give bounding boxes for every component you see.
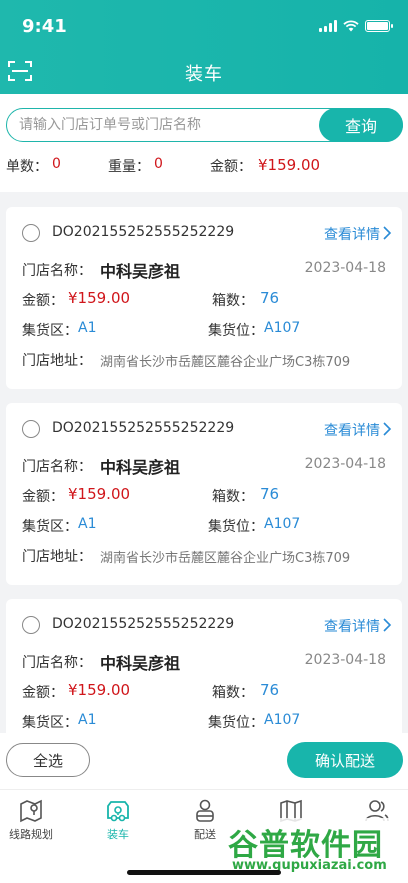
order-card[interactable]: DO202155252555252229 查看详情 门店名称： 中科吴彦祖 20… [6,207,402,389]
store-name-label: 门店名称： [22,459,92,475]
store-name: 中科吴彦祖 [100,458,181,477]
order-date: 2023-04-18 [304,652,386,668]
truck-loading-icon [107,801,129,822]
order-select-radio[interactable] [22,224,40,242]
order-amount: ¥159.00 [68,289,131,307]
collect-slot: A107 [264,320,301,336]
amount-label: 金额： [22,685,64,701]
search-panel: 查询 单数： 0 重量： 0 金额： ¥159.00 [0,94,408,192]
boxes-label: 箱数： [212,293,254,309]
count-value: 0 [52,156,61,172]
view-details-link[interactable]: 查看详情 [324,224,380,244]
store-address: 湖南省长沙市岳麓区麓谷企业广场C3栋709 [100,355,351,370]
summary-bar: 单数： 0 重量： 0 金额： ¥159.00 [6,156,406,176]
collect-area-label: 集货区： [22,323,78,339]
courier-icon [196,799,214,822]
collect-slot-label: 集货位： [208,715,264,731]
order-number: DO202155252555252229 [52,420,235,436]
search-button[interactable]: 查询 [319,108,403,142]
amount-value: ¥159.00 [258,156,321,174]
boxes-label: 箱数： [212,685,254,701]
confirm-delivery-button[interactable]: 确认配送 [287,742,403,778]
order-number: DO202155252555252229 [52,616,235,632]
chevron-right-icon[interactable] [382,225,392,241]
amount-label: 金额： [210,159,252,175]
order-date: 2023-04-18 [304,456,386,472]
collect-slot-label: 集货位： [208,519,264,535]
order-card[interactable]: DO202155252555252229 查看详情 门店名称： 中科吴彦祖 20… [6,403,402,585]
order-card[interactable]: DO202155252555252229 查看详情 门店名称： 中科吴彦祖 20… [6,599,402,733]
address-label: 门店地址： [22,353,92,369]
route-map-icon [20,799,42,823]
boxes-label: 箱数： [212,489,254,505]
view-details-link[interactable]: 查看详情 [324,616,380,636]
tab-label: 线路规划 [9,828,53,841]
search-box: 查询 [6,108,403,142]
box-count: 76 [260,289,280,307]
battery-icon [365,20,393,32]
store-name-label: 门店名称： [22,655,92,671]
store-name: 中科吴彦祖 [100,262,181,281]
order-amount: ¥159.00 [68,681,131,699]
home-indicator [127,870,281,875]
order-date: 2023-04-18 [304,260,386,276]
view-details-link[interactable]: 查看详情 [324,420,380,440]
weight-value: 0 [154,156,163,172]
select-all-button[interactable]: 全选 [6,743,90,777]
bottom-action-bar: 全选 确认配送 [0,733,408,789]
tab-route-planning[interactable]: 线路规划 [0,798,66,844]
wifi-icon [343,20,359,32]
collect-area-label: 集货区： [22,519,78,535]
status-time: 9:41 [22,16,67,37]
amount-label: 金额： [22,489,64,505]
order-number: DO202155252555252229 [52,224,235,240]
store-name: 中科吴彦祖 [100,654,181,673]
weight-label: 重量： [108,159,150,175]
store-address: 湖南省长沙市岳麓区麓谷企业广场C3栋709 [100,551,351,566]
watermark: 谷普软件园 www.gupuxiazai.com [222,818,406,878]
collect-slot: A107 [264,712,301,728]
address-label: 门店地址： [22,549,92,565]
app-header: 9:41 装车 [0,0,408,94]
tab-label: 装车 [107,828,129,841]
amount-label: 金额： [22,293,64,309]
collect-area: A1 [78,712,97,728]
order-select-radio[interactable] [22,420,40,438]
box-count: 76 [260,681,280,699]
page-title: 装车 [185,64,223,85]
store-name-label: 门店名称： [22,263,92,279]
chevron-right-icon[interactable] [382,421,392,437]
collect-area: A1 [78,320,97,336]
cellular-signal-icon [319,20,337,32]
box-count: 76 [260,485,280,503]
order-amount: ¥159.00 [68,485,131,503]
collect-slot: A107 [264,516,301,532]
status-icons [319,19,393,33]
order-select-radio[interactable] [22,616,40,634]
collect-area-label: 集货区： [22,715,78,731]
collect-area: A1 [78,516,97,532]
status-bar: 9:41 [0,0,408,44]
count-label: 单数： [6,159,48,175]
search-input[interactable] [19,109,309,140]
tab-loading[interactable]: 装车 [83,798,153,844]
collect-slot-label: 集货位： [208,323,264,339]
chevron-right-icon[interactable] [382,617,392,633]
